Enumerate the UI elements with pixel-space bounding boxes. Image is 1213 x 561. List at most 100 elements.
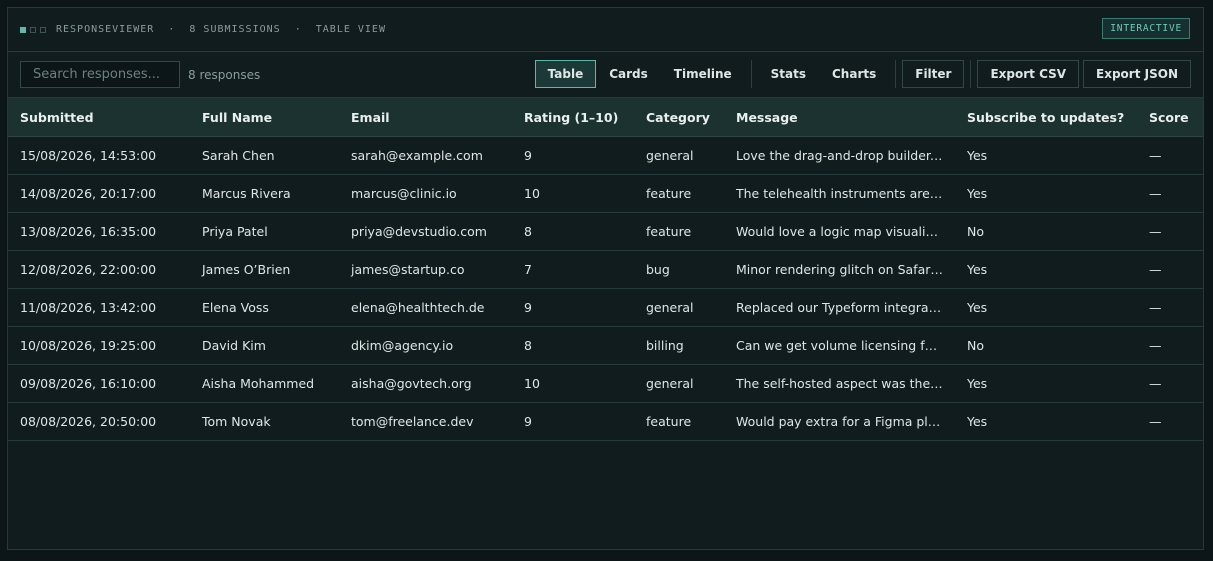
table-cell: Elena Voss [202, 300, 269, 315]
table-cell: Minor rendering glitch on Safari w... [736, 262, 955, 277]
table-row[interactable]: 13/08/2026, 16:35:00 Priya Patel priya@dev… [8, 213, 1203, 251]
table-cell: — [1149, 300, 1162, 315]
table-cell: dkim@agency.io [351, 338, 454, 353]
table-cell: Yes [967, 262, 988, 277]
table-cell: Marcus Rivera [202, 186, 291, 201]
table-cell: general [646, 300, 694, 315]
table-cell: aisha@govtech.org [351, 376, 472, 391]
toolbar-divider [895, 60, 897, 88]
table-cell: 15/08/2026, 14:53:00 [20, 148, 157, 163]
table-body: 15/08/2026, 14:53:00 Sarah Chen sarah@exam… [8, 137, 1203, 441]
table-cell: — [1149, 262, 1162, 277]
table-cell: 8 [524, 224, 532, 239]
table-cell: — [1149, 148, 1162, 163]
response-count: 8 responses [188, 67, 261, 82]
column-header[interactable]: Message [724, 97, 955, 137]
table-row[interactable]: 15/08/2026, 14:53:00 Sarah Chen sarah@exam… [8, 137, 1203, 175]
filter-button[interactable]: Filter [902, 60, 965, 88]
table-row[interactable]: 10/08/2026, 19:25:00 David Kim dkim@agency… [8, 327, 1203, 365]
table-cell: priya@devstudio.com [351, 224, 487, 239]
table-cell: — [1149, 338, 1162, 353]
table-cell: 9 [524, 300, 532, 315]
table-cell: 13/08/2026, 16:35:00 [20, 224, 157, 239]
table-cell: David Kim [202, 338, 266, 353]
table-row[interactable]: 12/08/2026, 22:00:00 James O’Brien james@s… [8, 251, 1203, 289]
table-cell: Would love a logic map visualiser ... [736, 224, 955, 239]
table-cell: 12/08/2026, 22:00:00 [20, 262, 157, 277]
table-cell: — [1149, 376, 1162, 391]
table-cell: sarah@example.com [351, 148, 483, 163]
table-cell: 10 [524, 376, 540, 391]
table-row[interactable]: 14/08/2026, 20:17:00 Marcus Rivera marcus@… [8, 175, 1203, 213]
title-bar: RESPONSEVIEWER · 8 SUBMISSIONS · TABLE V… [8, 8, 1203, 52]
table-cell: 9 [524, 414, 532, 429]
table-cell: 7 [524, 262, 532, 277]
table-cell: 10 [524, 186, 540, 201]
table-cell: 14/08/2026, 20:17:00 [20, 186, 157, 201]
table-cell: marcus@clinic.io [351, 186, 457, 201]
table-row[interactable]: 09/08/2026, 16:10:00 Aisha Mohammed aisha@… [8, 365, 1203, 403]
table-cell: Sarah Chen [202, 148, 275, 163]
table-cell: 9 [524, 148, 532, 163]
stats-view-button[interactable]: Stats [758, 60, 819, 88]
column-header[interactable]: Score [1137, 97, 1203, 137]
table-cell: feature [646, 224, 692, 239]
search-input[interactable] [20, 61, 180, 88]
table-cell: Can we get volume licensing for 5... [736, 338, 955, 353]
table-cell: No [967, 224, 984, 239]
table-cell: feature [646, 414, 692, 429]
table-cell: Aisha Mohammed [202, 376, 315, 391]
title-separator: · [294, 24, 302, 35]
table-cell: Yes [967, 300, 988, 315]
interactive-badge: INTERACTIVE [1102, 18, 1190, 39]
window-dots [20, 26, 46, 33]
table-cell: Yes [967, 376, 988, 391]
dot-indicator-icon [20, 26, 26, 33]
table-cell: — [1149, 224, 1162, 239]
table-row[interactable]: 08/08/2026, 20:50:00 Tom Novak tom@freelan… [8, 403, 1203, 441]
column-header[interactable]: Email [339, 97, 512, 137]
cards-view-button[interactable]: Cards [596, 60, 661, 88]
submission-count: 8 SUBMISSIONS [189, 24, 281, 35]
table-cell: Yes [967, 186, 988, 201]
table-cell: — [1149, 414, 1162, 429]
table-cell: Would pay extra for a Figma plugi... [736, 414, 955, 429]
table-cell: No [967, 338, 984, 353]
column-header[interactable]: Full Name [190, 97, 339, 137]
table-header-row: Submitted Full Name Email Rating (1–10) … [8, 97, 1203, 137]
column-header[interactable]: Submitted [8, 97, 190, 137]
column-header[interactable]: Category [634, 97, 724, 137]
column-header[interactable]: Rating (1–10) [512, 97, 634, 137]
app-title: RESPONSEVIEWER · 8 SUBMISSIONS · TABLE V… [56, 24, 386, 35]
dot-indicator-icon [30, 26, 36, 33]
table-cell: tom@freelance.dev [351, 414, 474, 429]
view-controls: Table Cards Timeline Stats Charts Filter… [534, 60, 1191, 88]
table-cell: bug [646, 262, 670, 277]
table-cell: 10/08/2026, 19:25:00 [20, 338, 157, 353]
view-label: TABLE VIEW [315, 24, 386, 35]
export-json-button[interactable]: Export JSON [1083, 60, 1191, 88]
table-cell: Yes [967, 414, 988, 429]
table-cell: Love the drag-and-drop builder. S... [736, 148, 955, 163]
table-cell: Replaced our Typeform integratio... [736, 300, 955, 315]
export-csv-button[interactable]: Export CSV [977, 60, 1080, 88]
response-viewer-panel: RESPONSEVIEWER · 8 SUBMISSIONS · TABLE V… [7, 7, 1204, 550]
timeline-view-button[interactable]: Timeline [661, 60, 745, 88]
responses-table: Submitted Full Name Email Rating (1–10) … [8, 97, 1203, 441]
table-cell: 09/08/2026, 16:10:00 [20, 376, 157, 391]
table-cell: 8 [524, 338, 532, 353]
table-view-button[interactable]: Table [534, 60, 597, 88]
table-cell: James O’Brien [202, 262, 291, 277]
app-name: RESPONSEVIEWER [56, 24, 155, 35]
table-cell: — [1149, 186, 1162, 201]
table-cell: billing [646, 338, 684, 353]
table-cell: Yes [967, 148, 988, 163]
table-cell: general [646, 148, 694, 163]
column-header[interactable]: Subscribe to updates? [955, 97, 1137, 137]
table-cell: The self-hosted aspect was the d... [736, 376, 954, 391]
table-cell: Tom Novak [202, 414, 271, 429]
table-row[interactable]: 11/08/2026, 13:42:00 Elena Voss elena@heal… [8, 289, 1203, 327]
charts-view-button[interactable]: Charts [819, 60, 889, 88]
table-cell: 11/08/2026, 13:42:00 [20, 300, 157, 315]
table-cell: 08/08/2026, 20:50:00 [20, 414, 157, 429]
